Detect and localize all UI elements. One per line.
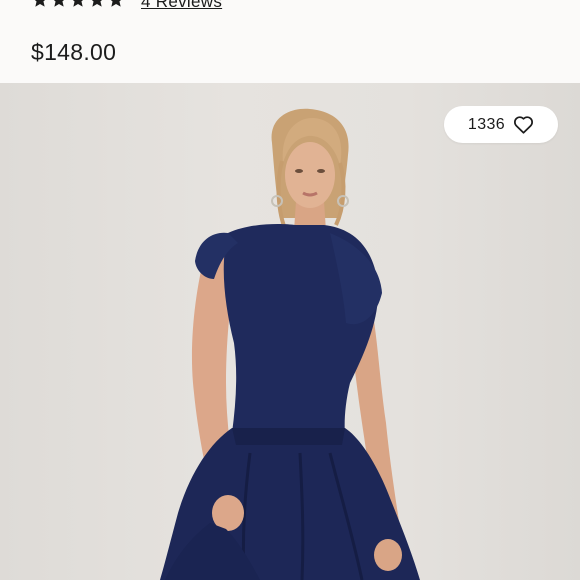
rating-stars[interactable] [31,0,125,9]
product-info-panel: 4 Reviews $148.00 [0,0,580,83]
product-photo[interactable] [0,83,580,580]
star-icon [31,0,49,9]
star-icon [50,0,68,9]
product-page: 4 Reviews $148.00 1336 [0,0,580,580]
star-icon [69,0,87,9]
star-icon [107,0,125,9]
like-button[interactable]: 1336 [444,106,558,143]
product-price: $148.00 [31,39,117,65]
model-photo-illustration [160,108,420,580]
reviews-link[interactable]: 4 Reviews [141,0,222,12]
star-icon [88,0,106,9]
like-count: 1336 [467,115,506,133]
heart-outline-icon [513,115,534,134]
